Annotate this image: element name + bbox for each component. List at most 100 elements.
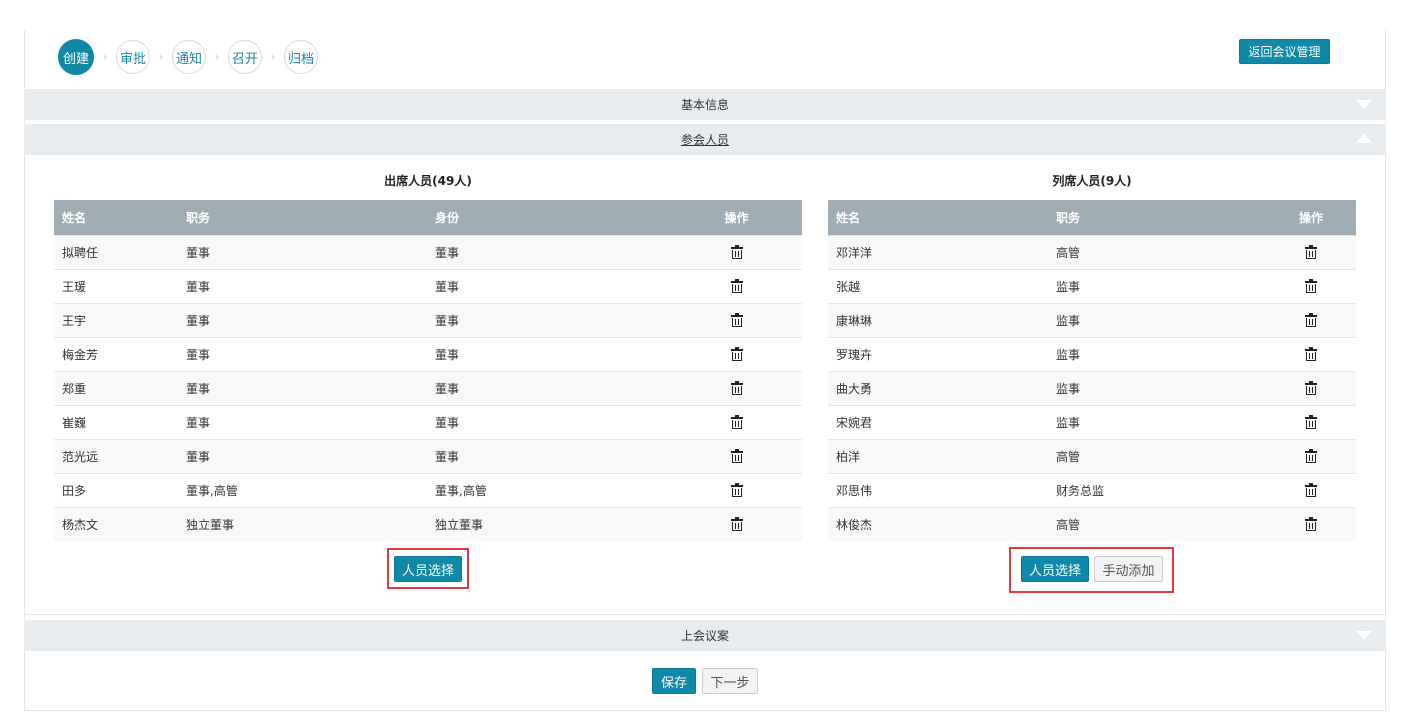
- cell-name: 曲大勇: [828, 370, 1048, 405]
- cell-post: 高管: [1048, 506, 1266, 541]
- trash-icon[interactable]: [730, 244, 743, 259]
- step-approve[interactable]: 审批: [116, 40, 150, 74]
- cell-post: 董事: [178, 268, 427, 303]
- trash-icon[interactable]: [730, 482, 743, 497]
- cell-post: 高管: [1048, 438, 1266, 473]
- divider: [24, 614, 1386, 615]
- cell-name: 范光远: [54, 438, 178, 473]
- step-create[interactable]: 创建: [58, 39, 94, 75]
- cell-identity: 董事: [427, 234, 671, 269]
- cell-post: 董事: [178, 336, 427, 371]
- cell-identity: 董事: [427, 438, 671, 473]
- cell-identity: 董事: [427, 302, 671, 337]
- cell-identity: 董事: [427, 404, 671, 439]
- trash-icon[interactable]: [1305, 346, 1317, 361]
- trash-icon[interactable]: [1305, 244, 1317, 259]
- cell-actions: [1266, 472, 1356, 507]
- trash-icon[interactable]: [1305, 414, 1317, 429]
- cell-name: 崔巍: [54, 404, 178, 439]
- expand-triangle-icon[interactable]: [1356, 631, 1372, 640]
- trash-icon[interactable]: [1305, 380, 1317, 395]
- column-header-name: 姓名: [828, 200, 1048, 235]
- cell-name: 康琳琳: [828, 302, 1048, 337]
- cell-actions: [1266, 370, 1356, 405]
- trash-icon[interactable]: [730, 516, 743, 531]
- expand-triangle-icon[interactable]: [1356, 100, 1372, 109]
- attendees-select-button[interactable]: 人员选择: [394, 556, 462, 582]
- cell-name: 邓洋洋: [828, 234, 1048, 269]
- section-participants-label[interactable]: 参会人员: [681, 131, 729, 148]
- table-header-row: 姓名 职务 操作: [828, 200, 1356, 235]
- column-header-name: 姓名: [54, 200, 178, 235]
- cell-actions: [671, 438, 802, 473]
- cell-post: 监事: [1048, 336, 1266, 371]
- cell-post: 监事: [1048, 302, 1266, 337]
- trash-icon[interactable]: [730, 380, 743, 395]
- cell-name: 梅金芳: [54, 336, 178, 371]
- cell-name: 杨杰文: [54, 506, 178, 541]
- cell-actions: [671, 404, 802, 439]
- next-step-button[interactable]: 下一步: [702, 668, 758, 694]
- step-separator: ›: [214, 50, 220, 64]
- back-to-meeting-management-button[interactable]: 返回会议管理: [1239, 39, 1330, 64]
- manual-add-button[interactable]: 手动添加: [1094, 556, 1163, 582]
- cell-post: 董事: [178, 438, 427, 473]
- cell-post: 监事: [1048, 268, 1266, 303]
- table-row: 崔巍 董事 董事: [54, 404, 802, 439]
- trash-icon[interactable]: [730, 414, 743, 429]
- table-row: 柏洋 高管: [828, 438, 1356, 473]
- table-row: 王宇 董事 董事: [54, 302, 802, 337]
- trash-icon[interactable]: [730, 346, 743, 361]
- cell-post: 财务总监: [1048, 472, 1266, 507]
- cell-identity: 独立董事: [427, 506, 671, 541]
- table-row: 梅金芳 董事 董事: [54, 336, 802, 371]
- cell-actions: [671, 370, 802, 405]
- step-convene[interactable]: 召开: [228, 40, 262, 74]
- cell-actions: [671, 472, 802, 507]
- table-row: 康琳琳 监事: [828, 302, 1356, 337]
- trash-icon[interactable]: [730, 312, 743, 327]
- step-notify[interactable]: 通知: [172, 40, 206, 74]
- section-agenda[interactable]: 上会议案: [24, 620, 1386, 651]
- section-basic-info[interactable]: 基本信息: [24, 89, 1386, 120]
- save-button[interactable]: 保存: [652, 668, 696, 694]
- trash-icon[interactable]: [1305, 516, 1317, 531]
- table-row: 林俊杰 高管: [828, 506, 1356, 541]
- cell-identity: 董事: [427, 268, 671, 303]
- observers-select-button[interactable]: 人员选择: [1021, 556, 1089, 582]
- table-row: 邓思伟 财务总监: [828, 472, 1356, 507]
- cell-post: 董事,高管: [178, 472, 427, 507]
- trash-icon[interactable]: [730, 448, 743, 463]
- attendees-table: 姓名 职务 身份 操作 拟聘任 董事 董事 王瑗 董事 董事 王宇 董事 董事 梅金芳 董事 董事 郑重…: [54, 200, 802, 541]
- section-participants[interactable]: 参会人员: [24, 124, 1386, 155]
- trash-icon[interactable]: [1305, 312, 1317, 327]
- cell-identity: 董事: [427, 336, 671, 371]
- table-row: 张越 监事: [828, 268, 1356, 303]
- attendees-title: 出席人员(49人): [384, 174, 472, 188]
- cell-actions: [671, 506, 802, 541]
- cell-name: 邓思伟: [828, 472, 1048, 507]
- trash-icon[interactable]: [1305, 448, 1317, 463]
- column-header-actions: 操作: [1266, 200, 1356, 235]
- cell-post: 董事: [178, 370, 427, 405]
- trash-icon[interactable]: [1305, 482, 1317, 497]
- cell-identity: 董事,高管: [427, 472, 671, 507]
- cell-post: 监事: [1048, 370, 1266, 405]
- cell-name: 田多: [54, 472, 178, 507]
- cell-actions: [1266, 268, 1356, 303]
- cell-name: 罗瑰卉: [828, 336, 1048, 371]
- section-agenda-label: 上会议案: [680, 629, 729, 643]
- table-row: 宋婉君 监事: [828, 404, 1356, 439]
- observers-table: 姓名 职务 操作 邓洋洋 高管 张越 监事 康琳琳 监事 罗瑰卉 监事 曲大勇 监事 宋婉君 监事 柏洋…: [828, 200, 1356, 541]
- trash-icon[interactable]: [730, 278, 743, 293]
- collapse-triangle-icon[interactable]: [1356, 134, 1372, 143]
- table-row: 曲大勇 监事: [828, 370, 1356, 405]
- cell-actions: [671, 234, 802, 269]
- trash-icon[interactable]: [1305, 278, 1317, 293]
- column-header-actions: 操作: [671, 200, 802, 235]
- step-archive[interactable]: 归档: [284, 40, 318, 74]
- cell-post: 董事: [178, 404, 427, 439]
- cell-post: 董事: [178, 234, 427, 269]
- workflow-steps: 创建 › 审批 › 通知 › 召开 › 归档: [58, 39, 318, 75]
- cell-name: 王瑗: [54, 268, 178, 303]
